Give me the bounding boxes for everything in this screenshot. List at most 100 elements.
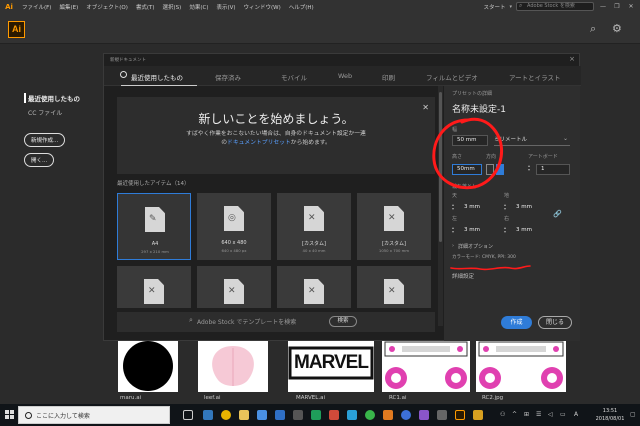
mail-icon[interactable] (275, 410, 285, 420)
tab-art-illustration[interactable]: アートとイラスト (509, 72, 560, 82)
menu-effect[interactable]: 効果(C) (185, 3, 212, 11)
windows-start-icon[interactable] (5, 410, 15, 420)
thumbnail-maru[interactable] (118, 340, 178, 392)
recent-item-card[interactable]: ◎ 640 x 480 640 x 480 px (197, 193, 271, 260)
recent-nav-item[interactable]: 最近使用したもの (24, 93, 104, 103)
chevron-right-icon[interactable]: › (452, 243, 454, 249)
recent-item-card[interactable]: ✕ [カスタム] 40 x 40 mm (277, 193, 351, 260)
gear-icon[interactable]: ⚙ (612, 22, 622, 35)
workspace-start[interactable]: スタート (483, 3, 505, 11)
close-window-button[interactable]: ✕ (626, 3, 636, 10)
task-view-icon[interactable] (183, 410, 193, 420)
tray-chevron-up-icon[interactable]: ^ (512, 411, 517, 418)
more-settings-link[interactable]: 詳細設定 (452, 272, 474, 280)
thumbnail-leef[interactable] (198, 340, 268, 392)
menu-window[interactable]: ウィンドウ(W) (240, 3, 285, 11)
artboard-field[interactable]: 1 (536, 164, 570, 175)
unit-select[interactable]: ミリメートル ⌄ (494, 135, 570, 146)
stepper-icon[interactable]: ▴ ▾ (528, 164, 530, 172)
app-icon[interactable] (383, 410, 393, 420)
menu-object[interactable]: オブジェクト(O) (82, 3, 132, 11)
tray-wifi-icon[interactable]: ☰ (536, 411, 541, 418)
new-document-button[interactable]: 新規作成... (24, 133, 66, 147)
recent-items-label: 最近使用したアイテム（14） (117, 181, 190, 187)
menu-edit[interactable]: 編集(E) (55, 3, 82, 11)
taskbar-clock[interactable]: 13:51 2018/08/01 (590, 407, 630, 423)
bleed-bottom-field[interactable]: 3 mm (512, 203, 546, 214)
scrollbar[interactable] (438, 86, 443, 326)
illustrator-taskbar-icon[interactable] (455, 410, 465, 420)
create-button[interactable]: 作成 (501, 316, 532, 329)
scrollbar-thumb[interactable] (439, 92, 442, 242)
app-icon[interactable] (473, 410, 483, 420)
close-icon[interactable]: × (569, 55, 575, 63)
tab-mobile[interactable]: モバイル (281, 72, 307, 82)
chevron-down-icon[interactable]: ▾ (509, 4, 512, 10)
tab-film-video[interactable]: フィルムとビデオ (426, 72, 478, 82)
app-icon[interactable] (419, 410, 429, 420)
app-icon[interactable] (401, 410, 411, 420)
portrait-orientation-button[interactable] (486, 164, 494, 175)
menu-select[interactable]: 選択(S) (159, 3, 186, 11)
menu-type[interactable]: 書式(T) (132, 3, 159, 11)
recent-item-card[interactable]: ✎ A4 297 x 210 mm (117, 193, 191, 260)
store-icon[interactable] (257, 410, 267, 420)
recent-item-card[interactable]: ✕ [カスタム] 1050 x 700 mm (357, 193, 431, 260)
app-icon[interactable] (329, 410, 339, 420)
stepper-icon[interactable]: ▴ ▾ (452, 203, 454, 211)
app-icon[interactable] (365, 410, 375, 420)
app-icon[interactable] (311, 410, 321, 420)
thumbnail-rc1[interactable] (382, 340, 470, 392)
recent-item-card[interactable]: ✕ (357, 266, 431, 308)
globe-icon: ◎ (228, 213, 236, 223)
recent-item-card[interactable]: ✕ (197, 266, 271, 308)
search-icon[interactable]: ⌕ (590, 22, 596, 36)
height-field[interactable]: 50mm (452, 164, 482, 175)
search-icon (25, 412, 32, 419)
tab-saved[interactable]: 保存済み (215, 72, 241, 82)
app-icon[interactable] (347, 410, 357, 420)
restore-button[interactable]: ❐ (612, 3, 622, 10)
app-icon[interactable] (293, 410, 303, 420)
tray-battery-icon[interactable]: ▭ (560, 411, 566, 418)
close-button[interactable]: 閉じる (538, 316, 572, 329)
tray-people-icon[interactable]: ⚇ (500, 411, 505, 418)
advanced-options-toggle[interactable]: 詳細オプション (458, 243, 493, 250)
thumbnail-marvel[interactable]: MARVEL (288, 340, 374, 392)
app-icon[interactable] (437, 410, 447, 420)
width-field[interactable]: 50 mm (452, 135, 488, 146)
chrome-icon[interactable] (221, 410, 231, 420)
stepper-icon[interactable]: ▴ ▾ (504, 203, 506, 211)
tray-network-icon[interactable]: ⊞ (524, 411, 529, 418)
document-name[interactable]: 名称未設定-1 (452, 102, 506, 115)
bleed-right-field[interactable]: 3 mm (512, 226, 546, 237)
stepper-icon[interactable]: ▴ ▾ (452, 226, 454, 234)
recent-item-card[interactable]: ✕ (117, 266, 191, 308)
document-presets-link[interactable]: ドキュメントプリセット (227, 140, 291, 146)
bleed-left-field[interactable]: 3 mm (460, 226, 494, 237)
recent-item-card[interactable]: ✕ (277, 266, 351, 308)
bleed-top-field[interactable]: 3 mm (460, 203, 494, 214)
tab-web[interactable]: Web (338, 72, 352, 80)
link-icon[interactable]: 🔗 (553, 210, 562, 218)
landscape-orientation-button[interactable] (496, 164, 504, 175)
tray-ime-indicator[interactable]: A (574, 411, 578, 418)
folder-icon[interactable] (239, 410, 249, 420)
tab-recent[interactable]: 最近使用したもの (121, 72, 197, 86)
menu-help[interactable]: ヘルプ(H) (285, 3, 318, 11)
notification-icon[interactable]: ▢ (630, 411, 636, 418)
edge-icon[interactable] (203, 410, 213, 420)
stepper-icon[interactable]: ▴ ▾ (504, 226, 506, 234)
open-button[interactable]: 開く... (24, 153, 55, 167)
stock-search-button[interactable]: 検索 (329, 316, 357, 327)
menu-view[interactable]: 表示(V) (212, 3, 239, 11)
minimize-button[interactable]: — (598, 3, 608, 10)
cc-files-nav-item[interactable]: CC ファイル (24, 108, 104, 117)
taskbar-search[interactable]: ここに入力して検索 (18, 406, 170, 424)
thumbnail-rc2[interactable] (476, 340, 566, 392)
tab-print[interactable]: 印刷 (382, 72, 395, 82)
tray-volume-icon[interactable]: ◁ (548, 411, 553, 418)
menu-file[interactable]: ファイル(F) (18, 3, 55, 11)
stock-search-input[interactable]: Adobe Stock でテンプレートを検索 (197, 317, 296, 326)
adobe-stock-search[interactable]: Adobe Stock を検索 (516, 2, 594, 11)
